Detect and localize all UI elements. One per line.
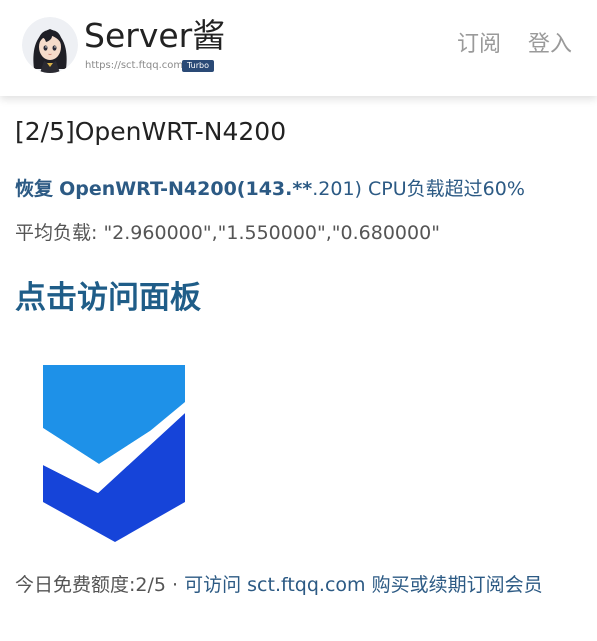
- checkmark-shield-icon: [43, 365, 203, 542]
- top-header: Server酱 https://sct.ftqq.com Turbo 订阅 登入: [0, 0, 597, 96]
- logo-wrap: [43, 365, 223, 543]
- alert-status: 恢复: [15, 178, 54, 200]
- footer-quota: 今日免费额度:2/5 · 可访问 sct.ftqq.com 购买或续期订阅会员: [15, 571, 587, 600]
- anime-avatar-icon: [22, 17, 78, 73]
- alert-ip-tail: .201): [312, 178, 362, 200]
- alert-masked-ip: **: [292, 178, 313, 200]
- login-link[interactable]: 登入: [528, 31, 572, 59]
- site-url: https://sct.ftqq.com: [85, 60, 184, 71]
- site-avatar[interactable]: [22, 17, 78, 73]
- alert-summary: 恢复 OpenWRT-N4200(143.**.201) CPU负载超过60%: [15, 176, 525, 202]
- visit-panel-link[interactable]: 点击访问面板: [15, 278, 201, 318]
- subscribe-link[interactable]: 订阅: [457, 31, 501, 59]
- purchase-link[interactable]: 可访问 sct.ftqq.com 购买或续期订阅会员: [184, 574, 542, 596]
- alert-host: OpenWRT-N4200(143.: [59, 178, 293, 200]
- message-title: [2/5]OpenWRT-N4200: [15, 117, 287, 146]
- turbo-badge: Turbo: [182, 60, 215, 72]
- alert-description: CPU负载超过60%: [361, 178, 525, 200]
- quota-text: 今日免费额度:2/5 ·: [15, 574, 185, 596]
- site-title[interactable]: Server酱: [84, 16, 225, 56]
- load-average: 平均负载: "2.960000","1.550000","0.680000": [15, 222, 440, 244]
